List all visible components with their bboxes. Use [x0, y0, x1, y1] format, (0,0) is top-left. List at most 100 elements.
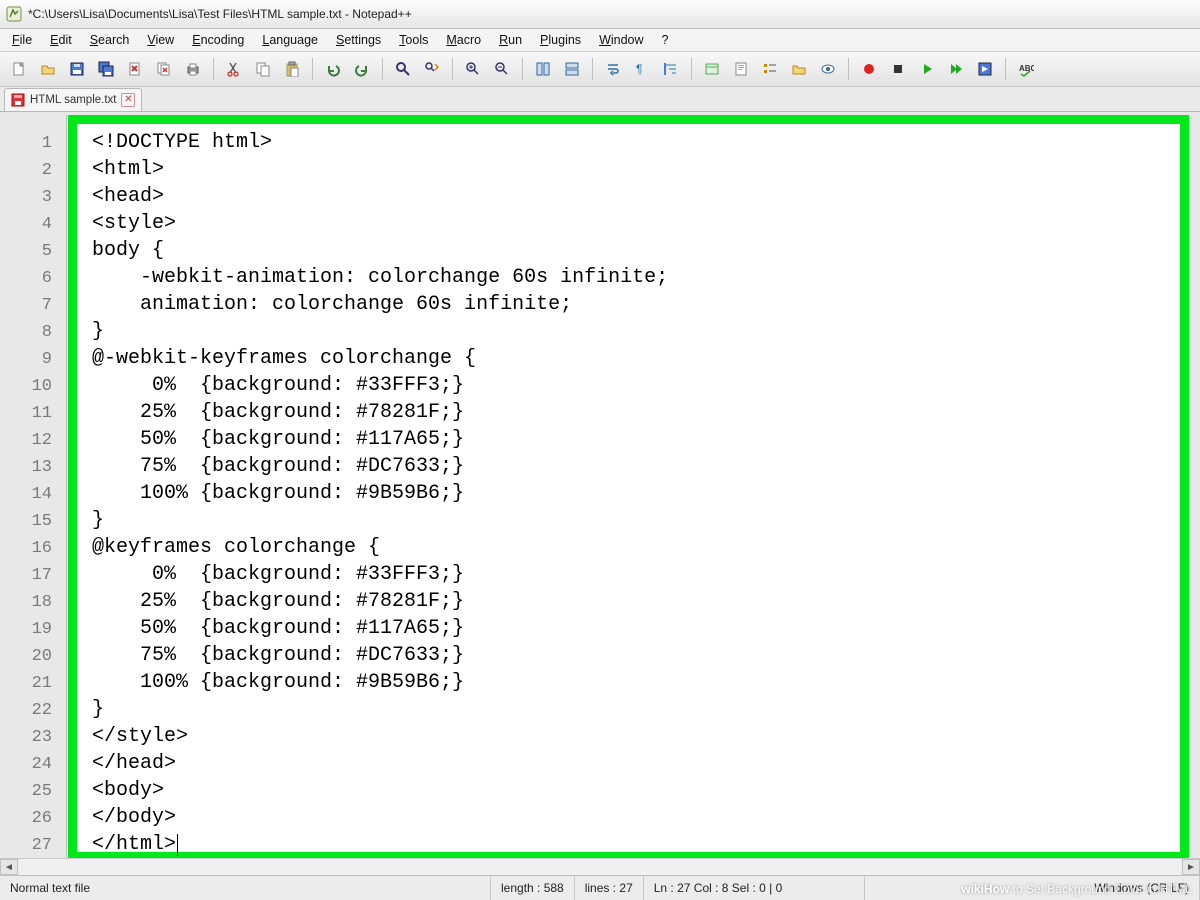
code-line[interactable]: 18 25% {background: #78281F;} [0, 588, 1200, 615]
code-text[interactable]: 75% {background: #DC7633;} [62, 642, 464, 669]
print-icon[interactable] [180, 56, 206, 82]
monitor-icon[interactable] [815, 56, 841, 82]
close-all-icon[interactable] [151, 56, 177, 82]
code-text[interactable]: @keyframes colorchange { [62, 534, 380, 561]
play-multi-icon[interactable] [943, 56, 969, 82]
replace-icon[interactable] [419, 56, 445, 82]
menu-search[interactable]: Search [82, 31, 138, 49]
code-text[interactable]: <!DOCTYPE html> [62, 129, 272, 156]
menu-encoding[interactable]: Encoding [184, 31, 252, 49]
save-macro-icon[interactable] [972, 56, 998, 82]
code-text[interactable]: 50% {background: #117A65;} [62, 615, 464, 642]
code-line[interactable]: 8} [0, 318, 1200, 345]
code-text[interactable]: 0% {background: #33FFF3;} [62, 561, 464, 588]
code-line[interactable]: 21 100% {background: #9B59B6;} [0, 669, 1200, 696]
menu-tools[interactable]: Tools [391, 31, 436, 49]
code-text[interactable]: 100% {background: #9B59B6;} [62, 480, 464, 507]
code-line[interactable]: 13 75% {background: #DC7633;} [0, 453, 1200, 480]
code-text[interactable]: 75% {background: #DC7633;} [62, 453, 464, 480]
menu-language[interactable]: Language [254, 31, 326, 49]
menu-settings[interactable]: Settings [328, 31, 389, 49]
code-text[interactable]: <style> [62, 210, 176, 237]
indent-guide-icon[interactable] [658, 56, 684, 82]
spellcheck-icon[interactable]: ABC [1013, 56, 1039, 82]
code-line[interactable]: 9@-webkit-keyframes colorchange { [0, 345, 1200, 372]
tab-file[interactable]: HTML sample.txt ✕ [4, 88, 142, 111]
record-icon[interactable] [856, 56, 882, 82]
open-file-icon[interactable] [35, 56, 61, 82]
code-line[interactable]: 10 0% {background: #33FFF3;} [0, 372, 1200, 399]
scroll-left-icon[interactable]: ◄ [0, 859, 18, 875]
wrap-icon[interactable] [600, 56, 626, 82]
menu-view[interactable]: View [139, 31, 182, 49]
tab-close-icon[interactable]: ✕ [121, 93, 135, 107]
code-line[interactable]: 6 -webkit-animation: colorchange 60s inf… [0, 264, 1200, 291]
code-line[interactable]: 11 25% {background: #78281F;} [0, 399, 1200, 426]
code-line[interactable]: 2<html> [0, 156, 1200, 183]
code-text[interactable]: </style> [62, 723, 188, 750]
invisible-icon[interactable]: ¶ [629, 56, 655, 82]
code-line[interactable]: 1<!DOCTYPE html> [0, 129, 1200, 156]
sync-h-icon[interactable] [559, 56, 585, 82]
code-text[interactable]: <html> [62, 156, 164, 183]
menu-file[interactable]: File [4, 31, 40, 49]
code-line[interactable]: 20 75% {background: #DC7633;} [0, 642, 1200, 669]
paste-icon[interactable] [279, 56, 305, 82]
code-line[interactable]: 27</html> [0, 831, 1200, 858]
stop-icon[interactable] [885, 56, 911, 82]
code-line[interactable]: 3<head> [0, 183, 1200, 210]
code-text[interactable]: 50% {background: #117A65;} [62, 426, 464, 453]
code-text[interactable]: 100% {background: #9B59B6;} [62, 669, 464, 696]
code-line[interactable]: 26</body> [0, 804, 1200, 831]
scroll-right-icon[interactable]: ► [1182, 859, 1200, 875]
code-text[interactable]: </html> [62, 831, 178, 858]
menu-edit[interactable]: Edit [42, 31, 80, 49]
code-text[interactable]: } [62, 507, 104, 534]
code-line[interactable]: 5body { [0, 237, 1200, 264]
close-icon[interactable] [122, 56, 148, 82]
menu-macro[interactable]: Macro [438, 31, 489, 49]
code-lines[interactable]: 1<!DOCTYPE html>2<html>3<head>4<style>5b… [0, 129, 1200, 858]
redo-icon[interactable] [349, 56, 375, 82]
folder-icon[interactable] [786, 56, 812, 82]
find-icon[interactable] [390, 56, 416, 82]
menu-window[interactable]: Window [591, 31, 651, 49]
code-text[interactable]: <head> [62, 183, 164, 210]
code-text[interactable]: @-webkit-keyframes colorchange { [62, 345, 476, 372]
zoom-in-icon[interactable] [460, 56, 486, 82]
code-line[interactable]: 17 0% {background: #33FFF3;} [0, 561, 1200, 588]
save-icon[interactable] [64, 56, 90, 82]
code-text[interactable]: 0% {background: #33FFF3;} [62, 372, 464, 399]
horizontal-scrollbar[interactable]: ◄ ► [0, 858, 1200, 875]
code-line[interactable]: 14 100% {background: #9B59B6;} [0, 480, 1200, 507]
code-text[interactable]: <body> [62, 777, 164, 804]
code-text[interactable]: animation: colorchange 60s infinite; [62, 291, 572, 318]
doc-map-icon[interactable] [728, 56, 754, 82]
code-text[interactable]: 25% {background: #78281F;} [62, 588, 464, 615]
save-all-icon[interactable] [93, 56, 119, 82]
lang-icon[interactable] [699, 56, 725, 82]
code-text[interactable]: -webkit-animation: colorchange 60s infin… [62, 264, 668, 291]
sync-v-icon[interactable] [530, 56, 556, 82]
code-text[interactable]: body { [62, 237, 164, 264]
code-line[interactable]: 4<style> [0, 210, 1200, 237]
code-line[interactable]: 24</head> [0, 750, 1200, 777]
func-list-icon[interactable] [757, 56, 783, 82]
menu-run[interactable]: Run [491, 31, 530, 49]
code-line[interactable]: 16@keyframes colorchange { [0, 534, 1200, 561]
code-text[interactable]: } [62, 696, 104, 723]
menu-?[interactable]: ? [654, 31, 677, 49]
menu-plugins[interactable]: Plugins [532, 31, 589, 49]
code-text[interactable]: } [62, 318, 104, 345]
code-text[interactable]: 25% {background: #78281F;} [62, 399, 464, 426]
code-line[interactable]: 25<body> [0, 777, 1200, 804]
code-line[interactable]: 23</style> [0, 723, 1200, 750]
code-line[interactable]: 7 animation: colorchange 60s infinite; [0, 291, 1200, 318]
play-icon[interactable] [914, 56, 940, 82]
copy-icon[interactable] [250, 56, 276, 82]
code-text[interactable]: </head> [62, 750, 176, 777]
code-line[interactable]: 12 50% {background: #117A65;} [0, 426, 1200, 453]
undo-icon[interactable] [320, 56, 346, 82]
new-file-icon[interactable] [6, 56, 32, 82]
cut-icon[interactable] [221, 56, 247, 82]
